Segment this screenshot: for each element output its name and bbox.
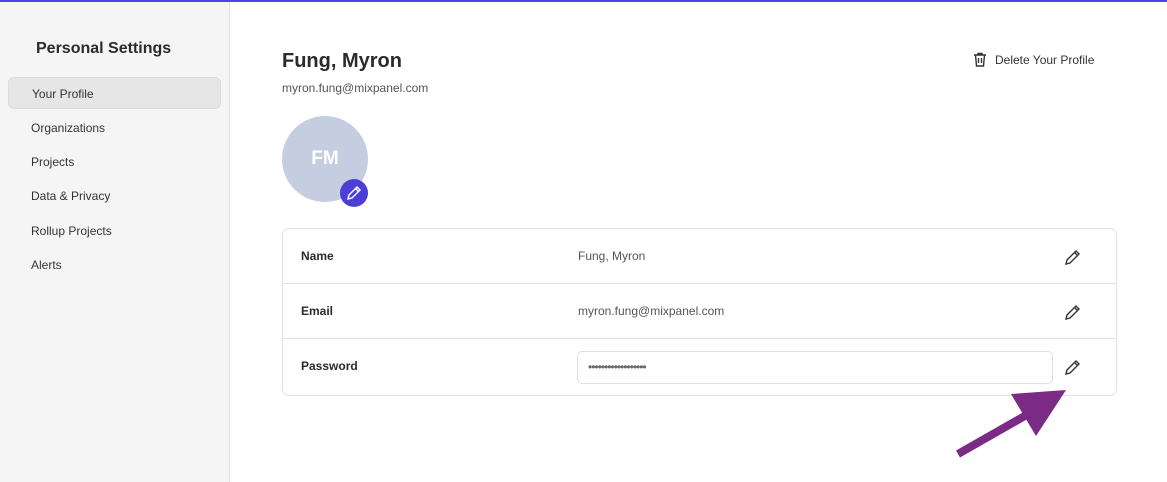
page-title: Fung, Myron (282, 50, 402, 72)
sidebar-item-organizations[interactable]: Organizations (8, 112, 221, 144)
password-input[interactable]: •••••••••••••••••• (577, 351, 1053, 384)
sidebar-item-data-privacy[interactable]: Data & Privacy (8, 180, 221, 212)
sidebar-item-alerts[interactable]: Alerts (8, 249, 221, 281)
sidebar-item-projects[interactable]: Projects (8, 146, 221, 178)
field-row-email: Email myron.fung@mixpanel.com (283, 284, 1116, 339)
sidebar-item-rollup-projects[interactable]: Rollup Projects (8, 215, 221, 247)
profile-email: myron.fung@mixpanel.com (282, 81, 429, 95)
field-label: Name (301, 249, 334, 263)
profile-fields-card: Name Fung, Myron Email myron.fung@mixpan… (282, 228, 1117, 396)
field-label: Password (301, 359, 358, 373)
field-value: myron.fung@mixpanel.com (578, 304, 725, 318)
edit-email-pencil-icon[interactable] (1063, 302, 1083, 322)
delete-profile-button[interactable]: Delete Your Profile (973, 52, 1094, 67)
sidebar: Personal Settings Your Profile Organizat… (0, 2, 230, 482)
edit-password-pencil-icon[interactable] (1063, 357, 1083, 377)
field-row-password: Password •••••••••••••••••• (283, 339, 1116, 394)
field-row-name: Name Fung, Myron (283, 229, 1116, 284)
sidebar-title: Personal Settings (36, 40, 172, 57)
field-value: Fung, Myron (578, 249, 646, 263)
sidebar-item-your-profile[interactable]: Your Profile (8, 77, 221, 109)
pencil-icon (346, 185, 362, 201)
delete-profile-label: Delete Your Profile (995, 52, 1095, 67)
main-content: Fung, Myron myron.fung@mixpanel.com Dele… (231, 2, 1167, 482)
edit-avatar-button[interactable] (340, 179, 368, 207)
edit-name-pencil-icon[interactable] (1063, 247, 1083, 267)
field-label: Email (301, 304, 334, 318)
trash-icon (974, 52, 986, 67)
